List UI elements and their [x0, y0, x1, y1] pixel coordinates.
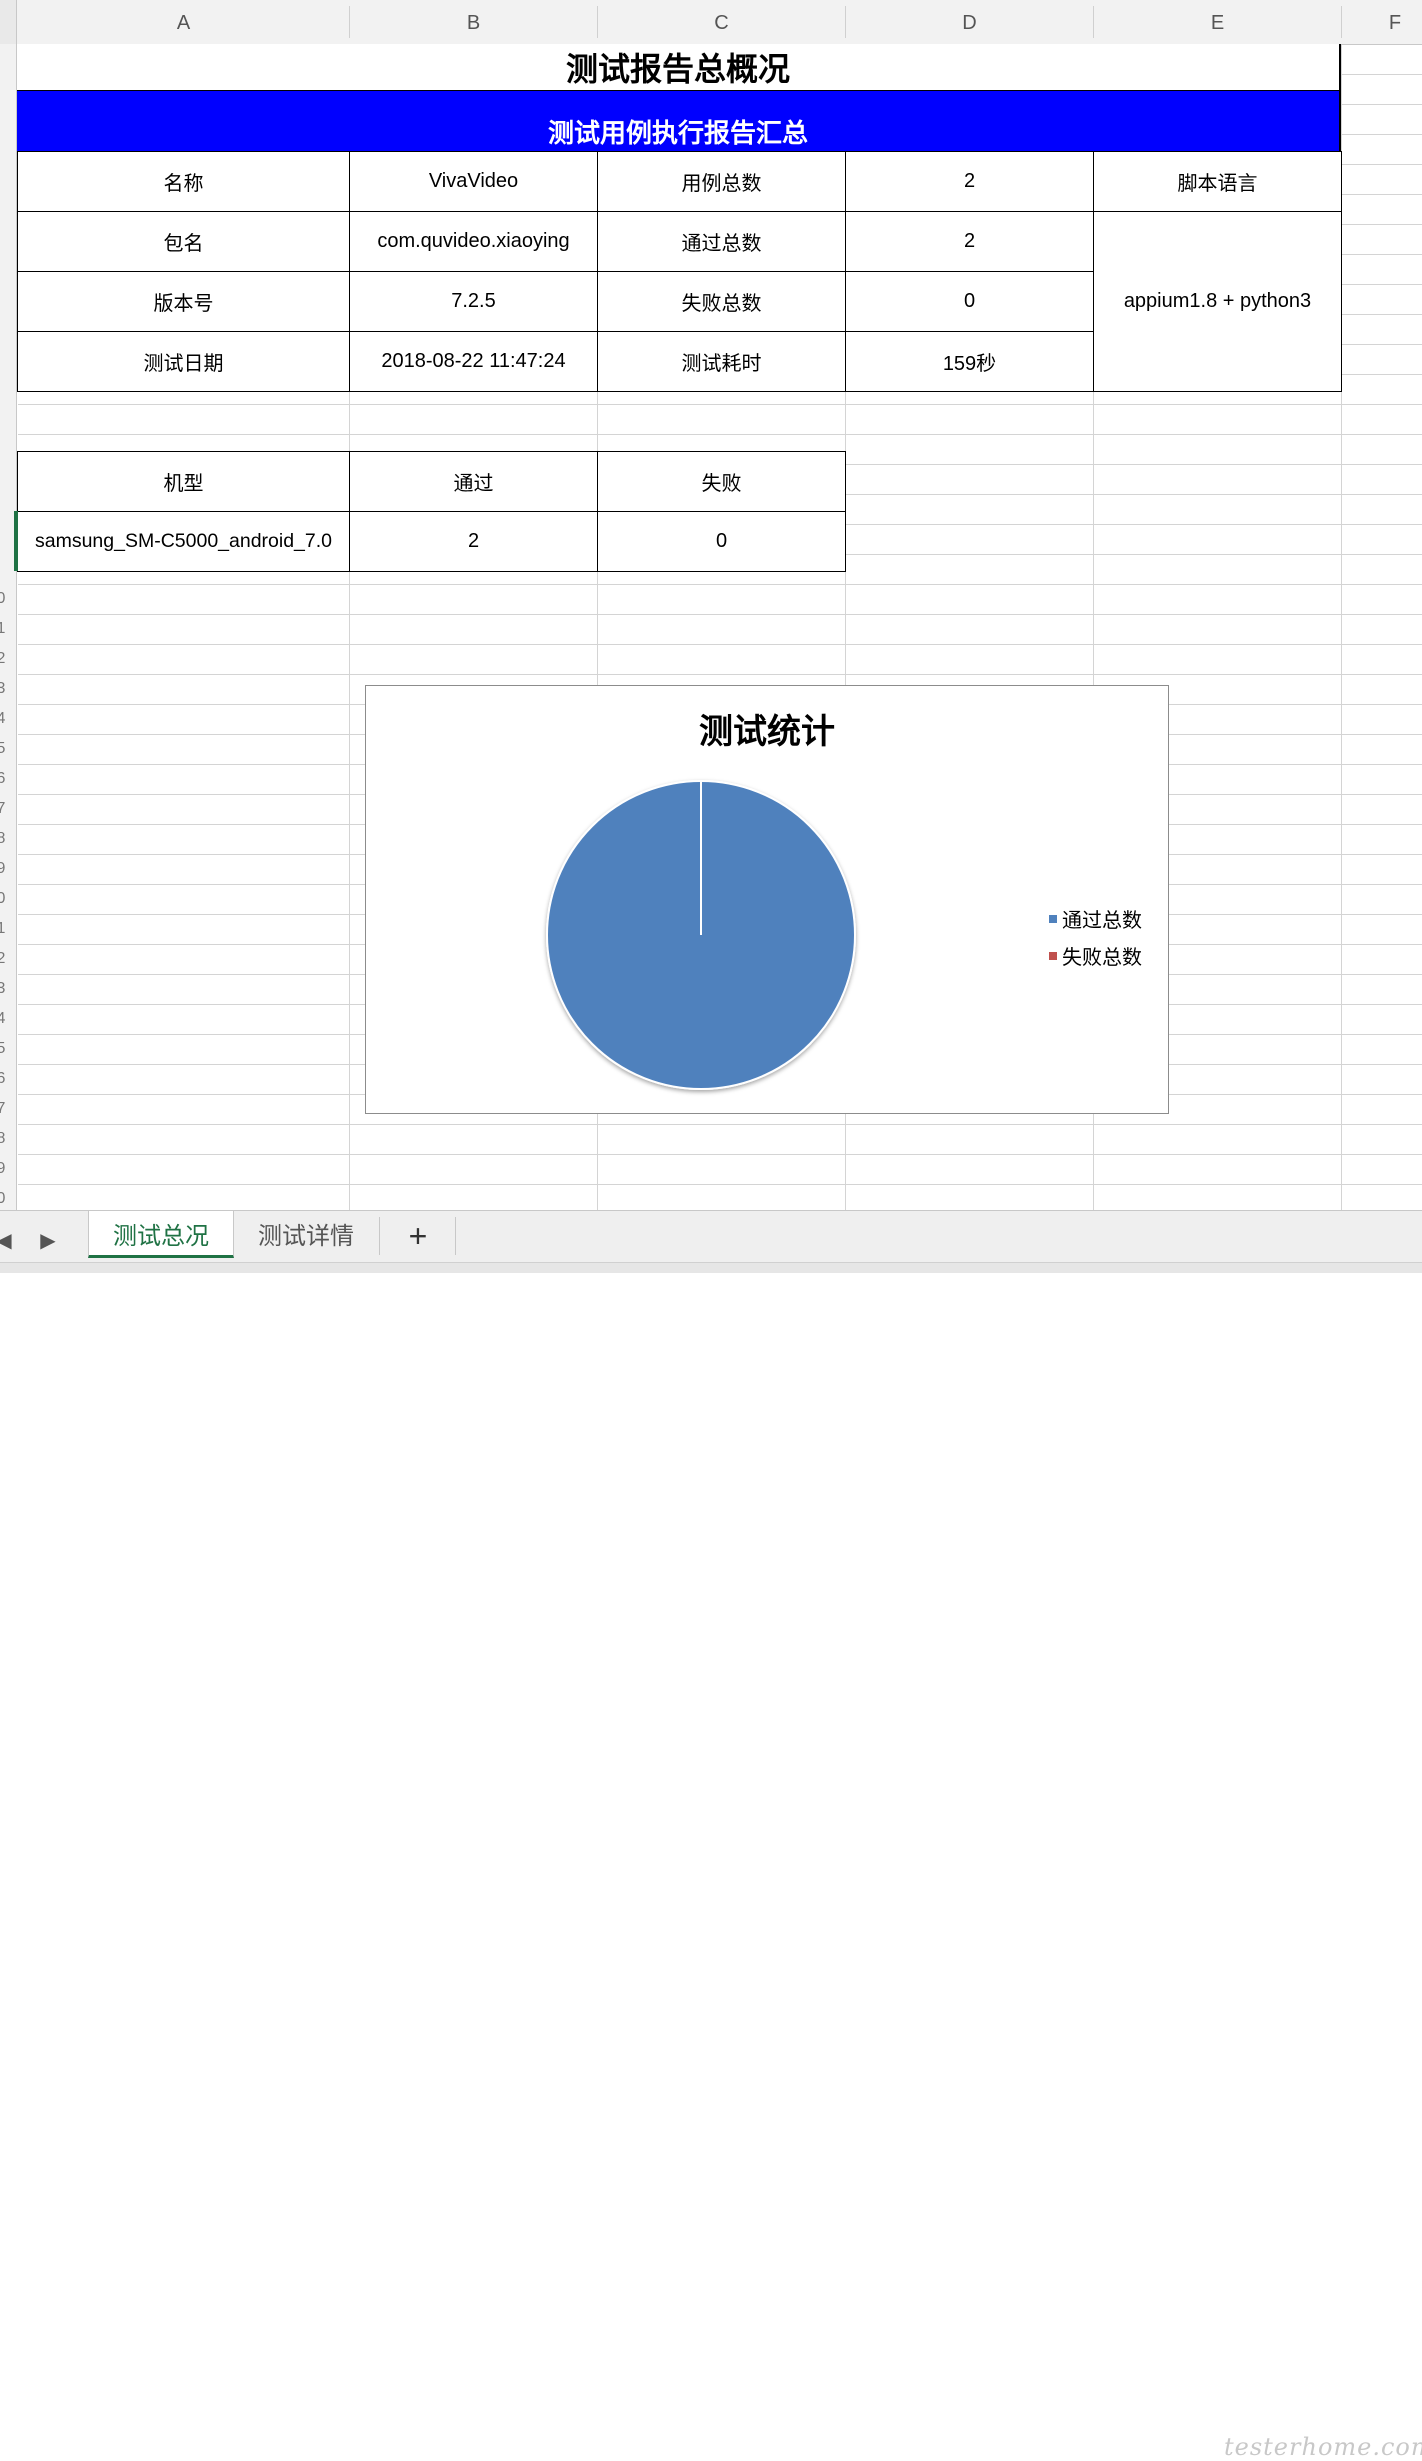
header-device-model[interactable]: 机型: [17, 451, 350, 512]
column-header: A B C D E F: [0, 0, 1422, 45]
pie-chart[interactable]: 测试统计 通过总数 失败总数: [365, 685, 1169, 1114]
device-failed-cell[interactable]: 0: [597, 511, 846, 572]
row-number[interactable]: 3: [0, 980, 9, 998]
label-total-cases[interactable]: 用例总数: [597, 151, 846, 212]
watermark: testerhome.com: [1224, 2433, 1422, 2461]
add-sheet-button[interactable]: +: [392, 1217, 444, 1255]
row-number[interactable]: 9: [0, 1160, 9, 1178]
legend-label-failed: 失败总数: [1062, 947, 1142, 969]
value-script-language[interactable]: appium1.8 + python3: [1093, 211, 1342, 392]
select-all-corner[interactable]: [0, 0, 17, 44]
column-e-header[interactable]: E: [1094, 0, 1341, 44]
row-number[interactable]: 6: [0, 1070, 9, 1088]
column-c-header[interactable]: C: [598, 0, 845, 44]
row-number[interactable]: 8: [0, 1130, 9, 1148]
report-title[interactable]: 测试报告总概况: [17, 44, 1341, 92]
column-b-header[interactable]: B: [350, 0, 597, 44]
summary-banner[interactable]: 测试用例执行报告汇总: [17, 91, 1341, 152]
legend-swatch-passed: [1049, 914, 1057, 923]
value-duration[interactable]: 159秒: [845, 331, 1094, 392]
legend-item-failed[interactable]: 失败总数: [1049, 941, 1142, 970]
label-passed-total[interactable]: 通过总数: [597, 211, 846, 272]
column-f-header[interactable]: F: [1342, 0, 1422, 44]
row-number[interactable]: 1: [0, 920, 9, 938]
tab-test-overview[interactable]: 测试总况: [88, 1211, 234, 1258]
label-test-date[interactable]: 测试日期: [17, 331, 350, 392]
value-name[interactable]: VivaVideo: [349, 151, 598, 212]
label-package[interactable]: 包名: [17, 211, 350, 272]
value-failed-total[interactable]: 0: [845, 271, 1094, 332]
label-name[interactable]: 名称: [17, 151, 350, 212]
row-number[interactable]: 5: [0, 1040, 9, 1058]
legend-swatch-failed: [1049, 951, 1057, 960]
scroll-tabs-right-icon[interactable]: ▶: [36, 1225, 60, 1255]
row-number[interactable]: 2: [0, 650, 9, 668]
row-number[interactable]: 4: [0, 1010, 9, 1028]
value-version[interactable]: 7.2.5: [349, 271, 598, 332]
row-header-gutter[interactable]: 0 1 2 3 4 5 6 7 8 9 0 1 2 3 4 5 6 7 8 9 0: [0, 44, 17, 1210]
column-a-header[interactable]: A: [18, 0, 349, 44]
row-number[interactable]: 5: [0, 740, 9, 758]
column-d-header[interactable]: D: [846, 0, 1093, 44]
row-number[interactable]: 6: [0, 770, 9, 788]
pie-chart-svg: [546, 780, 856, 1090]
summary-banner-text: 测试用例执行报告汇总: [547, 118, 808, 148]
value-package[interactable]: com.quvideo.xiaoying: [349, 211, 598, 272]
row-number[interactable]: 1: [0, 620, 9, 638]
value-total-cases[interactable]: 2: [845, 151, 1094, 212]
active-row-marker: [14, 511, 18, 571]
tab-test-details[interactable]: 测试详情: [234, 1211, 378, 1255]
row-number[interactable]: 7: [0, 1100, 9, 1118]
value-passed-total[interactable]: 2: [845, 211, 1094, 272]
scroll-tabs-left-icon[interactable]: ◀: [0, 1225, 16, 1255]
value-test-date[interactable]: 2018-08-22 11:47:24: [349, 331, 598, 392]
label-version[interactable]: 版本号: [17, 271, 350, 332]
row-number[interactable]: 3: [0, 680, 9, 698]
row-number[interactable]: 0: [0, 890, 9, 908]
device-model-cell[interactable]: samsung_SM-C5000_android_7.0: [17, 511, 350, 572]
horizontal-scrollbar[interactable]: [0, 1262, 1422, 1273]
legend-label-passed: 通过总数: [1062, 910, 1142, 932]
device-passed-cell[interactable]: 2: [349, 511, 598, 572]
label-script-language[interactable]: 脚本语言: [1093, 151, 1342, 212]
row-number[interactable]: 8: [0, 830, 9, 848]
header-failed[interactable]: 失败: [597, 451, 846, 512]
label-duration[interactable]: 测试耗时: [597, 331, 846, 392]
row-number[interactable]: 7: [0, 800, 9, 818]
row-number[interactable]: 0: [0, 1190, 9, 1208]
legend-item-passed[interactable]: 通过总数: [1049, 904, 1142, 933]
header-passed[interactable]: 通过: [349, 451, 598, 512]
row-number[interactable]: 0: [0, 590, 9, 608]
row-number[interactable]: 4: [0, 710, 9, 728]
row-number[interactable]: 9: [0, 860, 9, 878]
label-failed-total[interactable]: 失败总数: [597, 271, 846, 332]
row-number[interactable]: 2: [0, 950, 9, 968]
